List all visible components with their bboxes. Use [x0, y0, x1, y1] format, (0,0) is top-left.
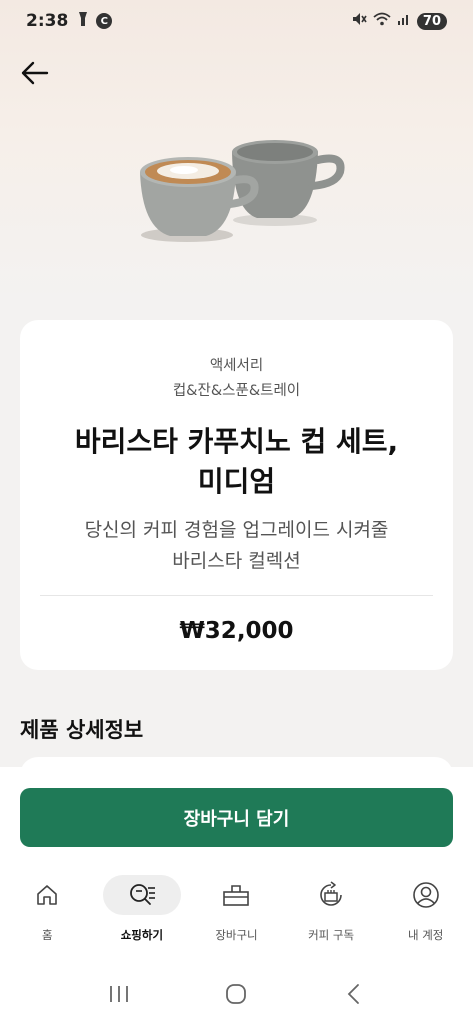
shopping-search-icon: [129, 884, 155, 905]
category-secondary[interactable]: 컵&잔&스푼&트레이: [20, 379, 453, 400]
bottom-nav: 홈 쇼핑하기 장바구니 커피 구독 내 계정: [0, 875, 473, 955]
nav-item-home[interactable]: 홈: [0, 875, 95, 955]
nav-label-cart: 장바구니: [215, 928, 258, 942]
nav-item-account[interactable]: 내 계정: [378, 875, 473, 955]
home-system-button[interactable]: [216, 979, 256, 1009]
nav-item-cart[interactable]: 장바구니: [189, 875, 284, 955]
product-title-line1: 바리스타 카푸치노 컵 세트,: [74, 425, 399, 458]
coffee-subscription-icon: [320, 881, 342, 906]
product-image: [140, 140, 345, 242]
recent-apps-button[interactable]: [99, 979, 139, 1009]
home-icon: [37, 885, 58, 905]
product-price: ₩32,000: [179, 618, 294, 644]
nav-label-home: 홈: [42, 928, 53, 942]
product-title: 바리스타 카푸치노 컵 세트, 미디엄: [50, 422, 423, 502]
back-button[interactable]: [18, 56, 52, 90]
category-primary[interactable]: 액세서리: [20, 354, 453, 375]
system-nav-bar: [0, 972, 473, 1016]
chevron-left-icon: [347, 984, 360, 1004]
product-description-line1: 당신의 커피 경험을 업그레이드 시켜줄: [84, 519, 389, 541]
product-description: 당신의 커피 경험을 업그레이드 시켜줄 바리스타 컬렉션: [50, 515, 423, 577]
divider: [40, 595, 433, 596]
add-to-cart-button[interactable]: 장바구니 담기: [20, 788, 453, 847]
product-info-card: 액세서리 컵&잔&스푼&트레이 바리스타 카푸치노 컵 세트, 미디엄 당신의 …: [20, 320, 453, 670]
nav-label-shopping: 쇼핑하기: [120, 928, 164, 942]
mute-icon: [351, 11, 367, 32]
product-title-line2: 미디엄: [197, 465, 276, 498]
battery-indicator: 70: [416, 12, 447, 30]
bottom-panel: 장바구니 담기 홈 쇼핑하기 장바구니 커피 구독 내 계정: [0, 767, 473, 1024]
cart-bag-icon: [223, 885, 250, 906]
flashlight-icon: [76, 11, 90, 31]
details-heading: 제품 상세정보: [20, 718, 144, 742]
account-icon: [412, 882, 439, 908]
nav-label-account: 내 계정: [407, 928, 444, 942]
recent-apps-icon: [109, 986, 128, 1002]
status-time: 2:38: [26, 11, 69, 31]
nav-item-shopping[interactable]: 쇼핑하기: [95, 875, 190, 955]
wifi-icon: [373, 11, 391, 31]
nav-label-coffee-subscription: 커피 구독: [308, 928, 355, 942]
nav-item-coffee-subscription[interactable]: 커피 구독: [284, 875, 379, 955]
arrow-left-icon: [21, 61, 49, 85]
status-bar: 2:38 C 70: [0, 0, 473, 42]
home-circle-icon: [226, 984, 247, 1004]
system-back-button[interactable]: [334, 979, 374, 1009]
c-circle-icon: C: [96, 13, 113, 29]
signal-icon: [397, 11, 411, 31]
product-description-line2: 바리스타 컬렉션: [172, 550, 301, 572]
